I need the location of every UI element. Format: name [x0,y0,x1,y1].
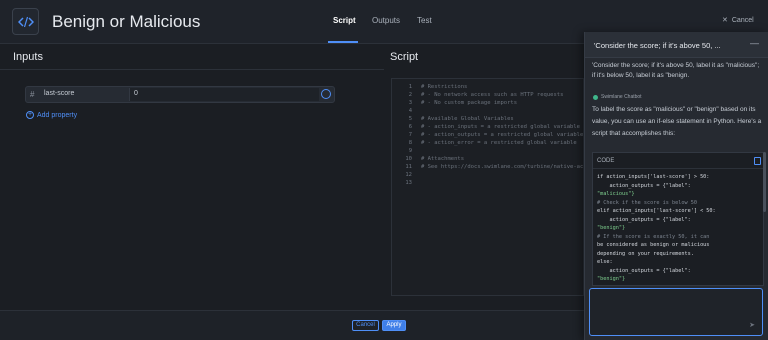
add-property-label: Add property [37,111,78,119]
chat-panel: 'Consider the score; if it's above 50, .… [584,32,768,340]
cancel-top-button[interactable]: ✕ Cancel [722,16,754,25]
line-number: 9 [408,148,412,154]
bot-name: Swimlane Chatbot [601,94,642,100]
line-number: 7 [408,132,412,138]
code-block-header: CODE [593,153,763,169]
plus-circle-icon: + [26,111,34,119]
code-line: # - action_outputs = a restricted global… [421,132,584,138]
script-editor[interactable]: 1 2 3 4 5 6 7 8 9 10 11 12 13 # Restrictions # - No n… [391,78,584,296]
send-icon[interactable]: ➤ [749,321,755,329]
line-number: 8 [408,140,412,146]
add-property-button[interactable]: + Add property [26,111,77,119]
active-tab-indicator [328,41,358,43]
user-message: 'Consider the score; if it's above 50, l… [592,62,760,79]
code-block: CODE if action_inputs['last-score'] > 50… [592,152,764,286]
line-number: 10 [405,156,412,162]
code-block-label: CODE [597,158,615,164]
copy-icon[interactable] [754,157,761,165]
line-number: 12 [405,172,412,178]
bot-status-icon [593,94,598,100]
minus-icon[interactable]: — [750,38,759,48]
property-row[interactable]: # last-score 0 [25,86,335,103]
property-settings-icon[interactable] [321,89,331,99]
bot-message: To label the score as "malicious" or "be… [592,106,762,137]
code-line: # Available Global Variables [421,116,514,122]
code-line: action_outputs = {"label": [597,216,691,223]
code-line: # If the score is exactly 50, it can [597,233,710,240]
code-line: be considered as benign or malicious [597,242,710,248]
line-number: 2 [408,92,412,98]
code-line: action_outputs = {"label": [597,182,691,189]
line-number: 6 [408,124,412,130]
chat-header[interactable]: 'Consider the score; if it's above 50, .… [585,32,768,58]
script-code[interactable]: # Restrictions # - No network access such… [421,83,584,187]
inputs-title: Inputs [13,51,43,63]
line-number: 1 [408,84,412,90]
tab-script[interactable]: Script [333,16,356,25]
code-line: # - action_inputs = a restricted global … [421,124,580,130]
code-line: # Check if the score is below 50 [597,199,697,206]
cancel-top-label: Cancel [731,16,754,24]
apply-button[interactable]: Apply [382,320,406,331]
code-line: # Attachments [421,156,465,162]
line-number: 13 [405,180,412,186]
tab-outputs[interactable]: Outputs [372,16,400,25]
code-line: "malicious"} [597,191,635,197]
line-number-gutter: 1 2 3 4 5 6 7 8 9 10 11 12 13 [392,83,412,187]
hash-icon: # [30,90,35,99]
code-block-body: if action_inputs['last-score'] > 50: act… [597,173,763,284]
close-icon: ✕ [722,17,728,24]
code-line: # - action_error = a restricted global v… [421,140,577,146]
inputs-header: Inputs [0,44,384,70]
script-title: Script [390,51,419,63]
code-line: # - No network access such as HTTP reque… [421,92,564,98]
cancel-button[interactable]: Cancel [352,320,379,331]
page-title: Benign or Malicious [52,12,201,31]
code-line: else: [597,259,613,265]
chat-scrollbar[interactable] [763,152,766,212]
code-line: # See https://docs.swimlane.com/turbine/… [421,164,584,170]
chat-input[interactable]: ➤ [589,288,763,336]
line-number: 4 [408,108,412,114]
code-icon [12,8,39,35]
line-number: 3 [408,100,412,106]
code-line: "benign"} [597,225,626,231]
property-value-field[interactable]: 0 [129,88,319,101]
bot-label: Swimlane Chatbot [593,94,642,100]
code-line: action_outputs = {"label": [597,267,691,274]
code-line: # Restrictions [421,84,468,90]
code-line: # - No custom package imports [421,100,518,106]
line-number: 11 [405,164,412,170]
chat-title: 'Consider the score; if it's above 50, .… [594,41,721,50]
code-line: elif action_inputs['last-score'] < 50: [597,208,716,214]
property-name: last-score [44,90,75,97]
code-line: depending on your requirements. [597,250,694,257]
tab-test[interactable]: Test [417,16,432,25]
line-number: 5 [408,116,412,122]
code-line: if action_inputs['last-score'] > 50: [597,174,710,180]
property-value: 0 [134,90,138,97]
code-line: "benign"} [597,276,626,282]
